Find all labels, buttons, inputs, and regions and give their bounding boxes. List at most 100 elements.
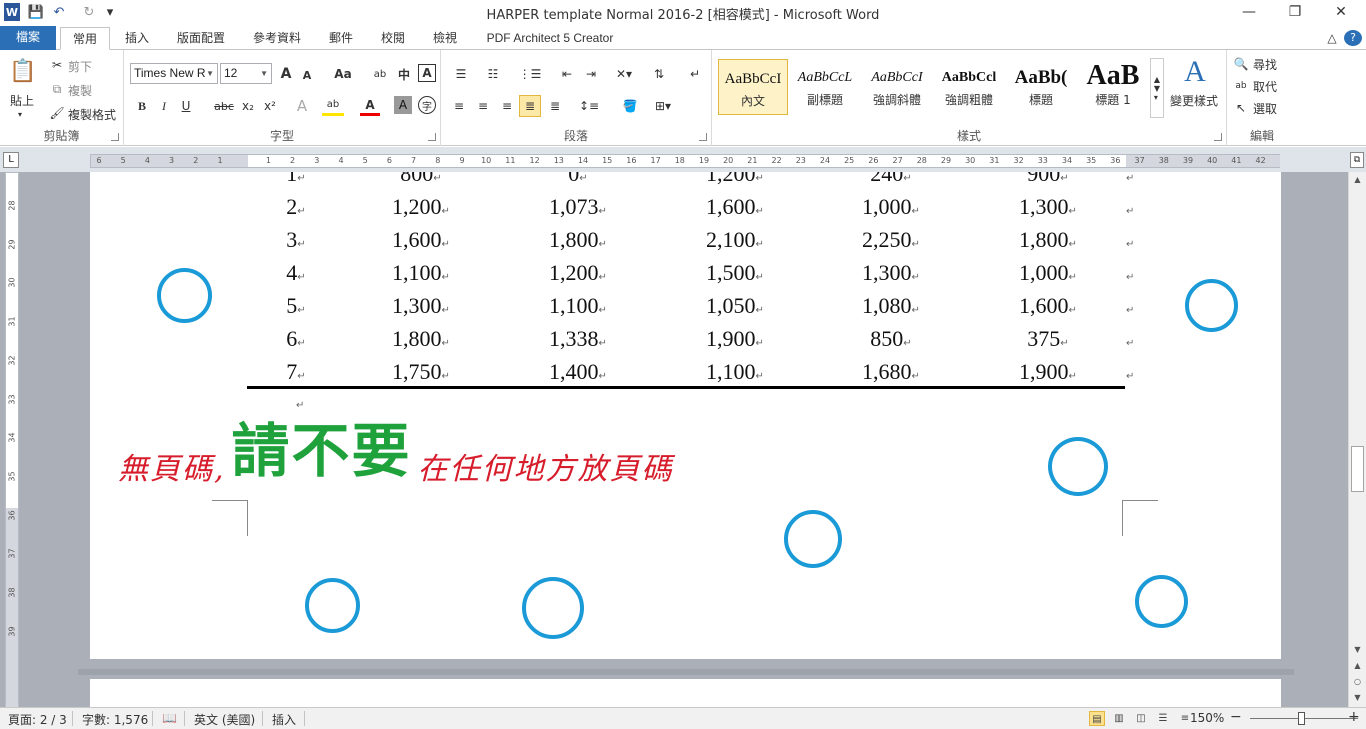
style-normal[interactable]: AaBbCcI 內文: [718, 59, 788, 115]
table-cell[interactable]: 1,100↵: [675, 359, 795, 385]
tab-mailings[interactable]: 郵件: [320, 27, 362, 50]
justify-icon[interactable]: ≣: [519, 95, 541, 117]
clipboard-launcher-icon[interactable]: [111, 133, 119, 141]
outline-icon[interactable]: ☰: [1155, 711, 1171, 726]
style-subtitle[interactable]: AaBbCcL 副標題: [790, 59, 860, 115]
document-page[interactable]: 1↵ 800↵ 0↵ 1,200↵ 240↵ 900↵ ↵ 2↵ 1,200↵ 1,073↵ 1,6…: [90, 172, 1281, 659]
table-cell[interactable]: 2↵: [236, 194, 356, 220]
character-border-icon[interactable]: A: [418, 64, 436, 82]
view-ruler-icon[interactable]: ⧉: [1350, 152, 1364, 168]
enclose-character-icon[interactable]: 字: [418, 96, 436, 114]
word-count[interactable]: 字數: 1,576: [82, 711, 148, 728]
table-cell[interactable]: 1,200↵: [518, 260, 638, 286]
insert-mode-indicator[interactable]: 插入: [272, 711, 296, 728]
table-cell[interactable]: 1,200↵: [675, 172, 795, 187]
shading-icon[interactable]: 🪣: [617, 96, 643, 116]
borders-icon[interactable]: ⊞▾: [649, 96, 677, 116]
table-cell[interactable]: 1,073↵: [518, 194, 638, 220]
line-spacing-icon[interactable]: ↕≡: [575, 96, 603, 116]
asian-layout-icon[interactable]: ✕▾: [611, 64, 637, 84]
italic-icon[interactable]: I: [154, 96, 174, 116]
minimize-button[interactable]: —: [1226, 0, 1272, 24]
style-title[interactable]: AaBb( 標題: [1006, 59, 1076, 115]
style-heading-1[interactable]: AaB 標題 1: [1078, 59, 1148, 115]
scroll-up-icon[interactable]: ▲: [1349, 172, 1366, 188]
collapse-ribbon-icon[interactable]: △: [1324, 27, 1340, 50]
tab-view[interactable]: 檢視: [424, 27, 466, 50]
table-cell[interactable]: 1,800↵: [988, 227, 1108, 253]
superscript-icon[interactable]: x²: [260, 96, 280, 116]
shrink-font-icon[interactable]: A: [298, 66, 316, 84]
paste-dropdown-icon[interactable]: ▾: [18, 110, 22, 119]
sort-icon[interactable]: ⇅: [649, 64, 669, 84]
character-shading-icon[interactable]: A: [394, 96, 412, 114]
multilevel-list-icon[interactable]: ⋮☰: [515, 64, 545, 84]
font-color-icon[interactable]: A: [360, 96, 380, 116]
style-emphasis[interactable]: AaBbCcI 強調斜體: [862, 59, 932, 115]
vertical-ruler[interactable]: 28 29 30 31 32 33 34 35 36 37 38 39: [5, 172, 19, 707]
tab-review[interactable]: 校閱: [372, 27, 414, 50]
copy-button[interactable]: 複製: [68, 82, 92, 99]
font-size-combo[interactable]: 12 ▼: [220, 63, 272, 84]
scroll-down-icon[interactable]: ▼: [1349, 642, 1366, 658]
paragraph-launcher-icon[interactable]: [699, 133, 707, 141]
table-cell[interactable]: 1,100↵: [518, 293, 638, 319]
table-cell[interactable]: 4↵: [236, 260, 356, 286]
decrease-indent-icon[interactable]: ⇤: [557, 64, 577, 84]
paste-icon[interactable]: 📋: [8, 56, 38, 86]
align-center-icon[interactable]: ≡: [473, 96, 493, 116]
cut-button[interactable]: 剪下: [68, 58, 92, 75]
vertical-scrollbar[interactable]: ▲ ▼ ▲ ○ ▼: [1348, 172, 1366, 707]
table-cell[interactable]: 2,250↵: [831, 227, 951, 253]
table-cell[interactable]: 1,900↵: [675, 326, 795, 352]
table-cell[interactable]: 1,100↵: [361, 260, 481, 286]
table-cell[interactable]: 1,300↵: [361, 293, 481, 319]
table-cell[interactable]: 0↵: [518, 172, 638, 187]
table-cell[interactable]: 1,300↵: [831, 260, 951, 286]
underline-icon[interactable]: U: [176, 96, 196, 116]
style-strong[interactable]: AaBbCcl 強調粗體: [934, 59, 1004, 115]
change-styles-button[interactable]: 變更樣式: [1170, 92, 1218, 109]
clear-formatting-icon[interactable]: ab: [370, 64, 390, 84]
previous-page-icon[interactable]: ▲: [1349, 658, 1366, 674]
table-cell[interactable]: 1,900↵: [988, 359, 1108, 385]
text-effects-icon[interactable]: A: [292, 96, 312, 116]
table-cell[interactable]: 375↵: [988, 326, 1108, 352]
table-cell[interactable]: 1,300↵: [988, 194, 1108, 220]
table-cell[interactable]: 1,600↵: [988, 293, 1108, 319]
zoom-out-icon[interactable]: −: [1230, 709, 1242, 725]
subscript-icon[interactable]: x₂: [238, 96, 258, 116]
horizontal-ruler[interactable]: 6 5 4 3 2 1 1 2 3 4 5 6 7 8 9 10 11 12 13 14 15 16 17 18 19 20 21 2…: [90, 154, 1280, 168]
proofing-icon[interactable]: 📖: [162, 711, 177, 725]
numbering-icon[interactable]: ☷: [481, 64, 505, 84]
align-right-icon[interactable]: ≡: [497, 96, 517, 116]
format-painter-button[interactable]: 複製格式: [68, 106, 116, 123]
table-cell[interactable]: 3↵: [236, 227, 356, 253]
change-case-icon[interactable]: Aa: [328, 64, 358, 84]
tab-page-layout[interactable]: 版面配置: [168, 27, 234, 50]
styles-launcher-icon[interactable]: [1214, 133, 1222, 141]
font-launcher-icon[interactable]: [428, 133, 436, 141]
scroll-thumb[interactable]: [1351, 446, 1364, 492]
grow-font-icon[interactable]: A: [276, 64, 296, 84]
find-button[interactable]: 尋找: [1253, 56, 1277, 73]
tab-pdf-architect[interactable]: PDF Architect 5 Creator: [478, 27, 622, 50]
font-name-combo[interactable]: Times New R ▼: [130, 63, 218, 84]
table-cell[interactable]: 1,200↵: [361, 194, 481, 220]
tab-references[interactable]: 參考資料: [244, 27, 310, 50]
browse-object-icon[interactable]: ○: [1349, 674, 1366, 690]
styles-scroll[interactable]: ▲ ▼ ▾: [1150, 58, 1164, 118]
table-cell[interactable]: 240↵: [831, 172, 951, 187]
show-marks-icon[interactable]: ↵: [685, 64, 705, 84]
table-cell[interactable]: 900↵: [988, 172, 1108, 187]
help-icon[interactable]: ?: [1344, 30, 1362, 46]
tab-insert[interactable]: 插入: [116, 27, 158, 50]
next-page[interactable]: [90, 679, 1281, 707]
table-cell[interactable]: 1,000↵: [831, 194, 951, 220]
table-cell[interactable]: 2,100↵: [675, 227, 795, 253]
restore-button[interactable]: ❐: [1272, 0, 1318, 24]
table-cell[interactable]: 1,400↵: [518, 359, 638, 385]
next-page-icon[interactable]: ▼: [1349, 690, 1366, 706]
tab-home[interactable]: 常用: [60, 27, 110, 50]
full-screen-reading-icon[interactable]: ▥: [1111, 711, 1127, 726]
